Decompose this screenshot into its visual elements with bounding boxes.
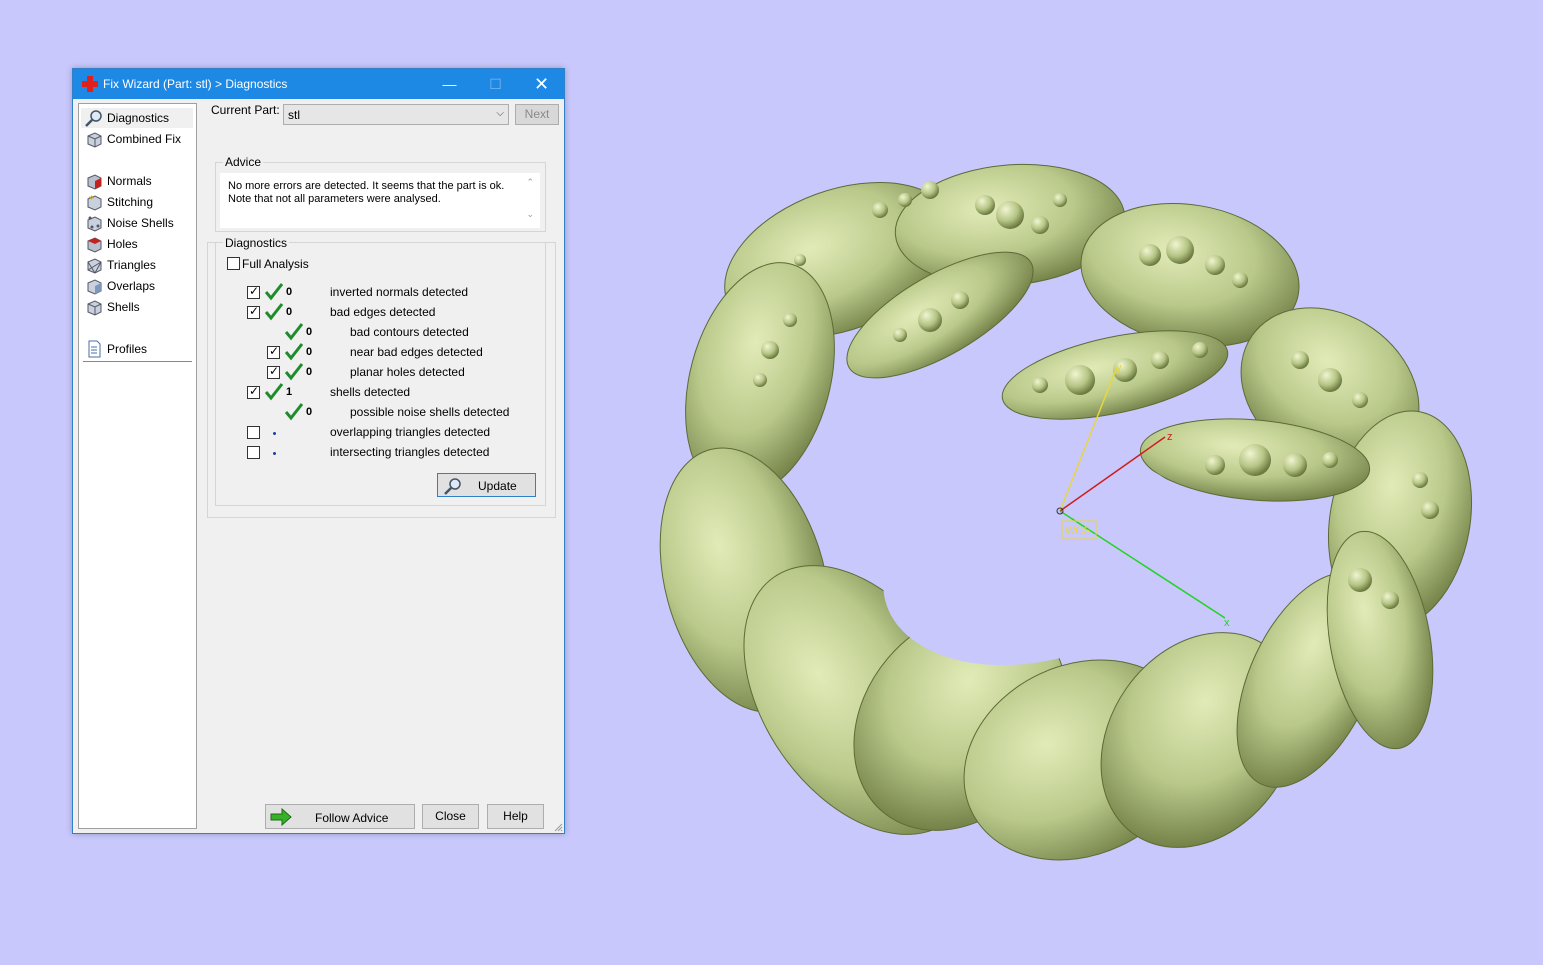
near-bad-edges-label: near bad edges detected: [350, 345, 483, 359]
cube-icon: [87, 132, 102, 148]
bad-edges-label: bad edges detected: [330, 305, 436, 319]
shells-count: 1: [286, 386, 293, 398]
bad-edges-checkbox[interactable]: ✓: [247, 304, 260, 319]
full-analysis-label: Full Analysis: [242, 257, 309, 271]
bad-contours-label: bad contours detected: [350, 325, 469, 339]
window-title: Fix Wizard (Part: stl) > Diagnostics: [103, 77, 288, 91]
planar-holes-checkbox[interactable]: ✓: [267, 364, 280, 379]
next-button[interactable]: Next: [515, 104, 559, 125]
title-bar[interactable]: Fix Wizard (Part: stl) > Diagnostics — ☐…: [73, 69, 564, 99]
near-bad-edges-count: 0: [306, 346, 313, 358]
nav-separator: [83, 361, 192, 362]
green-check-icon: [285, 363, 303, 381]
magnifier-icon: [85, 110, 102, 127]
magnifier-icon: [444, 478, 461, 495]
bad-edges-count: 0: [286, 306, 293, 318]
follow-advice-label: Follow Advice: [315, 811, 389, 825]
holes-cube-icon: [87, 237, 102, 253]
advice-group-title: Advice: [223, 155, 264, 169]
overlaps-cube-icon: [87, 279, 102, 295]
triangles-cube-icon: [87, 258, 102, 274]
nav-item-overlaps[interactable]: Overlaps: [81, 276, 193, 296]
intersecting-triangles-checkbox[interactable]: [247, 446, 260, 459]
close-window-button[interactable]: ✕: [519, 69, 564, 99]
noise-shells-count: 0: [306, 406, 313, 418]
current-part-dropdown[interactable]: stl ⌵: [283, 104, 509, 125]
full-analysis-checkbox[interactable]: [227, 257, 240, 270]
planar-holes-label: planar holes detected: [350, 365, 465, 379]
overlapping-triangles-label: overlapping triangles detected: [330, 425, 491, 439]
planar-holes-count: 0: [306, 366, 313, 378]
shells-cube-icon: [87, 300, 102, 316]
nav-item-triangles[interactable]: Triangles: [81, 255, 193, 275]
red-cross-icon: [82, 76, 98, 92]
nav-item-normals[interactable]: Normals: [81, 171, 193, 191]
current-part-label: Current Part:: [211, 103, 280, 117]
green-check-icon: [285, 323, 303, 341]
nav-item-stitching[interactable]: Stitching: [81, 192, 193, 212]
advice-text-box[interactable]: No more errors are detected. It seems th…: [220, 173, 540, 228]
not-analysed-dot-icon: [273, 432, 276, 435]
intersecting-triangles-label: intersecting triangles detected: [330, 445, 490, 459]
origin-label: WCS: [1065, 525, 1091, 537]
green-check-icon: [265, 383, 283, 401]
maximize-button[interactable]: ☐: [473, 69, 518, 99]
green-check-icon: [265, 283, 283, 301]
scroll-up-icon[interactable]: ⌃: [526, 177, 534, 188]
scroll-down-icon[interactable]: ⌄: [526, 209, 534, 220]
inverted-normals-checkbox[interactable]: ✓: [247, 284, 260, 299]
update-button[interactable]: Update: [437, 473, 536, 497]
green-arrow-icon: [270, 808, 292, 826]
not-analysed-dot-icon: [273, 452, 276, 455]
follow-advice-button[interactable]: Follow Advice: [265, 804, 415, 829]
nav-item-noise-shells[interactable]: Noise Shells: [81, 213, 193, 233]
minimize-button[interactable]: —: [427, 69, 472, 99]
diagnostics-group-title: Diagnostics: [223, 236, 290, 250]
ring-model[interactable]: y z x WCS: [633, 153, 1488, 897]
green-check-icon: [265, 303, 283, 321]
overlapping-triangles-checkbox[interactable]: [247, 426, 260, 439]
document-icon: [88, 340, 101, 358]
nav-item-diagnostics[interactable]: Diagnostics: [81, 108, 193, 128]
advice-line-1: No more errors are detected. It seems th…: [228, 180, 505, 192]
current-part-value: stl: [288, 108, 300, 122]
shells-label: shells detected: [330, 385, 411, 399]
stitching-cube-icon: [87, 195, 102, 211]
green-check-icon: [285, 403, 303, 421]
nav-item-combined-fix[interactable]: Combined Fix: [81, 129, 193, 149]
nav-item-holes[interactable]: Holes: [81, 234, 193, 254]
noise-shells-icon: [87, 216, 102, 232]
green-check-icon: [285, 343, 303, 361]
fix-category-list: Diagnostics Combined Fix Normals Stitchi…: [78, 103, 197, 829]
inverted-normals-label: inverted normals detected: [330, 285, 469, 299]
close-button[interactable]: Close: [422, 804, 479, 829]
advice-line-2: Note that not all parameters were analys…: [228, 193, 441, 205]
normals-cube-icon: [87, 174, 102, 190]
near-bad-edges-checkbox[interactable]: ✓: [267, 344, 280, 359]
help-button[interactable]: Help: [487, 804, 544, 829]
inverted-normals-count: 0: [286, 286, 293, 298]
axis-label-x: x: [1224, 617, 1230, 629]
nav-item-profiles[interactable]: Profiles: [81, 339, 193, 359]
resize-grip-icon[interactable]: [553, 822, 563, 832]
chevron-down-icon: ⌵: [496, 108, 504, 119]
update-button-label: Update: [478, 479, 517, 493]
nav-item-shells[interactable]: Shells: [81, 297, 193, 317]
axis-label-z: z: [1167, 431, 1173, 443]
bad-contours-count: 0: [306, 326, 313, 338]
fix-wizard-dialog: Fix Wizard (Part: stl) > Diagnostics — ☐…: [72, 68, 565, 834]
noise-shells-label: possible noise shells detected: [350, 405, 510, 419]
axis-label-y: y: [1116, 362, 1122, 374]
shells-checkbox[interactable]: ✓: [247, 384, 260, 399]
